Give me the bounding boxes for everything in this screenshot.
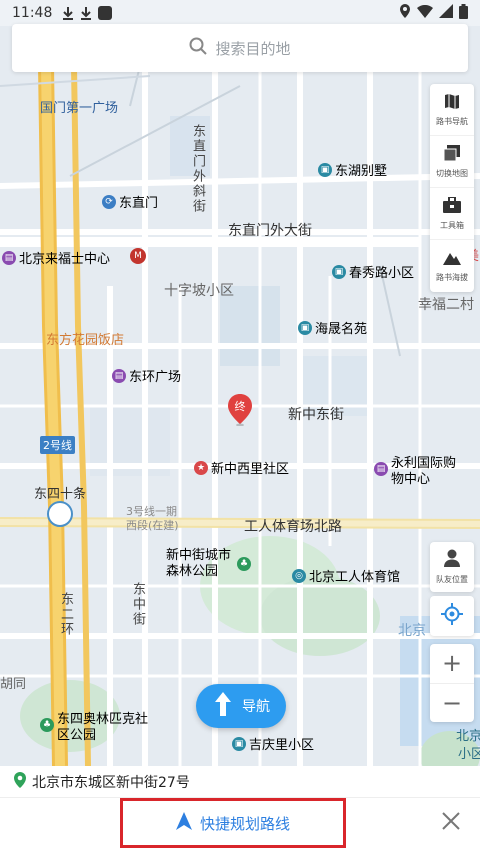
map-label: 东直门外斜街 [190,124,205,214]
map-label: 西段(在建) [126,519,179,532]
map-label: 北京 [456,729,480,744]
friend-location-button[interactable]: 队友位置 [430,542,474,592]
person-icon [444,549,460,571]
shopping-icon: ▤ [112,368,126,383]
map-book-icon [444,93,460,113]
poi-dongzhimen[interactable]: ⟳ 东直门 [102,192,158,211]
map-label: 东中街 [130,582,145,627]
poi-laifushi[interactable]: ▤ 北京来福士中心 [2,248,110,267]
tool-toolbox[interactable]: 工具箱 [430,188,474,240]
subway-icon: ⟳ [102,194,116,209]
destination-address-bar: 北京市东城区新中街27号 [0,766,480,798]
status-time: 11:48 [12,5,53,21]
star-icon: ★ [194,460,208,475]
map-label: 北京 [398,623,426,639]
signal-icon [439,4,453,22]
building-icon: ▣ [298,320,312,335]
poi-yongli[interactable]: ▤ 永利国际购物中心 [374,456,461,488]
toolbox-icon [443,195,461,217]
zoom-out-button[interactable]: − [430,684,474,723]
destination-marker[interactable]: 终 [228,394,252,427]
status-bar: 11:48 [0,0,480,26]
building-icon: ▣ [232,736,246,751]
zoom-control: + − [430,644,474,722]
map-label: 新中东街 [288,407,344,423]
map-label: 东直门外大街 [228,223,312,239]
shopping-icon: ▤ [2,250,16,265]
map-label: 工人体育场北路 [244,519,342,535]
stadium-icon: ◎ [292,568,306,583]
poi-xinzhongxili[interactable]: ★ 新中西里社区 [194,458,289,477]
app-notification-icon [98,6,113,20]
location-pin-icon [14,771,26,792]
subway-line-badge: 2号线 [40,436,75,454]
map-label: 小区 [458,747,480,762]
navigation-arrow-icon [175,812,192,834]
shopping-icon: ▤ [374,462,388,476]
bottom-action-bar: 快捷规划路线 [0,798,480,852]
search-placeholder: 搜索目的地 [215,39,291,58]
map-label: 3号线一期 [126,505,177,518]
map-label: 幸福二村 [418,297,474,313]
poi-haisheng[interactable]: ▣ 海晟名苑 [298,318,367,337]
my-location-button[interactable] [430,596,474,636]
close-icon [441,811,461,835]
download-icon [62,6,74,20]
map-label: 东四十条 [34,487,87,502]
location-status-icon [399,4,411,22]
building-icon: ▣ [318,162,332,177]
map-tools-panel: 路书导航 切换地图 工具箱 路书海拔 [430,84,474,292]
tool-route-book-nav[interactable]: 路书导航 [430,84,474,136]
map-label: 国门第一广场 [40,101,119,116]
destination-marker-label: 终 [234,400,246,413]
map-label: 东二环 [58,592,73,637]
poi-donghubieshu[interactable]: ▣ 东湖别墅 [318,160,387,179]
quick-route-button[interactable]: 快捷规划路线 [120,798,346,848]
building-icon: ▣ [332,264,346,279]
map-label: 胡同 [0,677,27,692]
locate-icon [441,603,463,629]
mountain-icon [443,250,461,269]
search-box[interactable]: 搜索目的地 [12,24,468,72]
destination-address: 北京市东城区新中街27号 [32,774,190,791]
quick-route-label: 快捷规划路线 [199,814,290,833]
poi-donghuan[interactable]: ▤ 东环广场 [112,366,181,385]
battery-icon [459,3,468,23]
zoom-in-button[interactable]: + [430,644,474,684]
navigate-button-label: 导航 [242,699,270,715]
download-icon [80,6,92,20]
tool-route-altitude[interactable]: 路书海拔 [430,240,474,292]
turn-arrow-icon [212,692,234,720]
map-view[interactable]: 国门第一广场 东直门外斜街 ⟳ 东直门 ▣ 东湖别墅 东直门外大街 ▤ 北京来福… [0,26,480,766]
poi-gongti[interactable]: ◎ 北京工人体育馆 [292,566,400,585]
search-icon [189,37,208,59]
wifi-icon [417,4,433,22]
poi-jiqingli[interactable]: ▣ 吉庆里小区 [232,734,314,753]
park-icon: ♣ [237,557,251,571]
navigate-button[interactable]: 导航 [196,684,286,728]
poi-chunxiu[interactable]: ▣ 春秀路小区 [332,262,414,281]
map-label: 东方花园饭店 [46,333,125,348]
poi-xinzhongjie-park[interactable]: 新中街城市森林公园 ♣ [166,548,251,580]
poi-aolinpike[interactable]: ♣ 东四奥林匹克社区公园 [40,712,149,744]
map-label: 十字坡小区 [164,283,234,299]
layers-icon [443,144,460,165]
park-icon: ♣ [40,718,54,732]
close-button[interactable] [440,812,462,834]
metro-icon: M [130,248,146,264]
tool-switch-map[interactable]: 切换地图 [430,136,474,188]
